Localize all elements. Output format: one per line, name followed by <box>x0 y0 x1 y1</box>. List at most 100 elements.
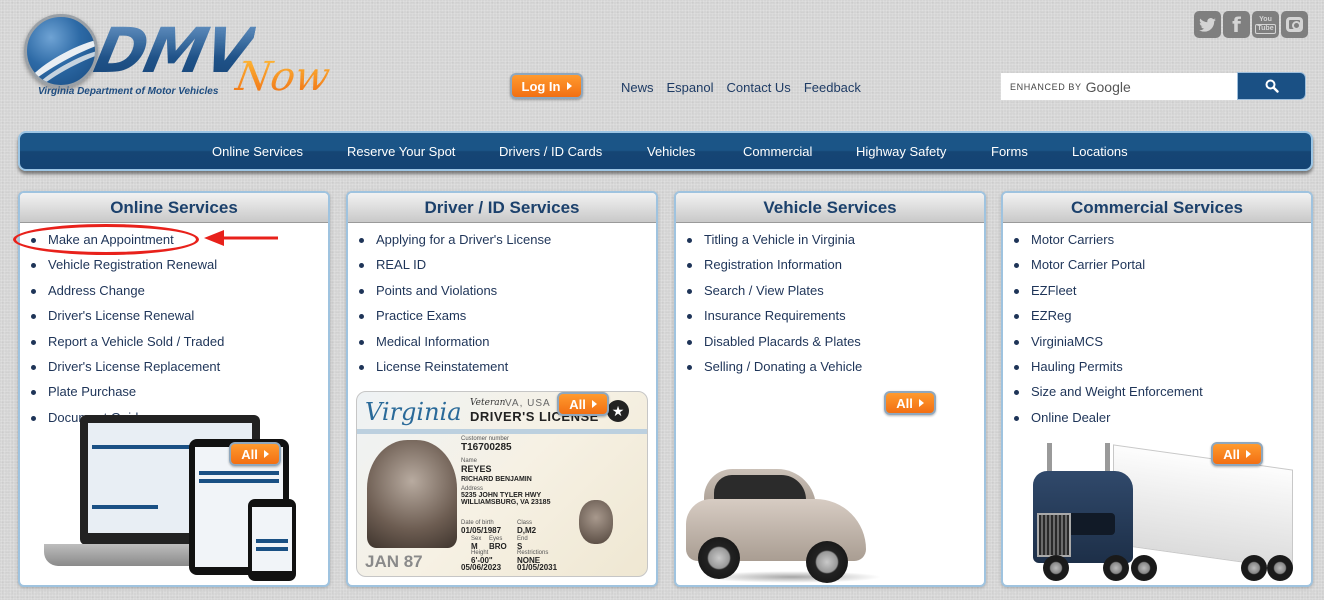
list-item[interactable]: Address Change <box>20 280 328 305</box>
license-ghost-photo <box>579 500 613 544</box>
vehicle-services-all-button[interactable]: All <box>884 391 936 415</box>
class: D,M2 <box>517 526 537 535</box>
list-item[interactable]: Vehicle Registration Renewal <box>20 254 328 279</box>
commercial-services-all-button[interactable]: All <box>1211 442 1263 466</box>
panel-online-services: Online Services Make an Appointment Vehi… <box>18 191 330 587</box>
twitter-icon[interactable] <box>1194 11 1221 38</box>
vehicle-services-list: Titling a Vehicle in Virginia Registrati… <box>676 223 984 381</box>
dmv-now-logo[interactable]: DMV Now Virginia Department of Motor Veh… <box>22 10 333 110</box>
search-provider: Google <box>1085 78 1131 95</box>
logo-tagline: Virginia Department of Motor Vehicles <box>38 86 219 97</box>
nav-online-services[interactable]: Online Services <box>212 144 303 159</box>
drivers-license-image: Virginia Veteran VA, USA DRIVER'S LICENS… <box>356 391 648 577</box>
address-line1: 5235 JOHN TYLER HWY <box>461 492 542 499</box>
panel-driver-id-services: Driver / ID Services Applying for a Driv… <box>346 191 658 587</box>
nav-locations[interactable]: Locations <box>1072 144 1128 159</box>
arrow-right-icon <box>1245 450 1251 458</box>
panel-vehicle-services: Vehicle Services Titling a Vehicle in Vi… <box>674 191 986 587</box>
panel-title: Vehicle Services <box>676 193 984 223</box>
nav-drivers-id-cards[interactable]: Drivers / ID Cards <box>499 144 602 159</box>
nav-forms[interactable]: Forms <box>991 144 1028 159</box>
panel-title: Commercial Services <box>1003 193 1311 223</box>
panel-title: Online Services <box>20 193 328 223</box>
all-label: All <box>896 395 913 411</box>
list-item[interactable]: EZFleet <box>1003 280 1311 305</box>
issue-date: 05/06/2023 <box>461 563 502 572</box>
search-input[interactable]: ENHANCED BY Google <box>1001 73 1237 100</box>
list-item[interactable]: Selling / Donating a Vehicle <box>676 356 984 381</box>
login-label: Log In <box>521 78 561 94</box>
nav-reserve-your-spot[interactable]: Reserve Your Spot <box>347 144 455 159</box>
license-state: Virginia <box>365 398 462 426</box>
instagram-icon[interactable] <box>1281 11 1308 38</box>
dob: 01/05/1987 <box>461 526 502 535</box>
star-icon: ★ <box>607 400 629 422</box>
online-services-all-button[interactable]: All <box>229 442 281 466</box>
first-name: RICHARD BENJAMIN <box>461 476 532 483</box>
youtube-icon[interactable]: You Tube <box>1252 11 1279 38</box>
list-item[interactable]: Applying for a Driver's License <box>348 229 656 254</box>
arrow-right-icon <box>263 450 269 458</box>
panel-commercial-services: Commercial Services Motor Carriers Motor… <box>1001 191 1313 587</box>
site-search: ENHANCED BY Google <box>1001 72 1306 100</box>
nav-commercial[interactable]: Commercial <box>743 144 812 159</box>
list-item[interactable]: Insurance Requirements <box>676 305 984 330</box>
list-item[interactable]: VirginiaMCS <box>1003 331 1311 356</box>
address-line2: WILLIAMSBURG, VA 23185 <box>461 499 551 506</box>
list-item[interactable]: Practice Exams <box>348 305 656 330</box>
list-item[interactable]: Search / View Plates <box>676 280 984 305</box>
list-item[interactable]: License Reinstatement <box>348 356 656 381</box>
expiration-date: 01/05/2031 <box>517 563 558 572</box>
login-button[interactable]: Log In <box>510 73 583 99</box>
license-photo <box>367 440 457 548</box>
top-link-espanol[interactable]: Espanol <box>667 80 714 95</box>
all-label: All <box>1223 446 1240 462</box>
main-navbar: Online Services Reserve Your Spot Driver… <box>18 131 1313 171</box>
list-item[interactable]: Make an Appointment <box>20 229 328 254</box>
list-item[interactable]: Driver's License Renewal <box>20 305 328 330</box>
customer-number: T16700285 <box>461 442 512 453</box>
list-item[interactable]: Registration Information <box>676 254 984 279</box>
facebook-icon[interactable]: f <box>1223 11 1250 38</box>
list-item[interactable]: Motor Carrier Portal <box>1003 254 1311 279</box>
license-dob-ghost: JAN 87 <box>365 552 423 571</box>
logo-dmv-text: DMV <box>88 14 260 87</box>
list-item[interactable]: Size and Weight Enforcement <box>1003 381 1311 406</box>
driver-id-all-button[interactable]: All <box>557 392 609 416</box>
search-button[interactable] <box>1237 72 1306 100</box>
online-services-list: Make an Appointment Vehicle Registration… <box>20 223 328 432</box>
facebook-glyph: f <box>1232 12 1241 37</box>
logo-now-text: Now <box>231 54 334 100</box>
top-link-contact-us[interactable]: Contact Us <box>727 80 791 95</box>
all-label: All <box>241 446 258 462</box>
license-veteran: Veteran <box>470 398 506 408</box>
list-item[interactable]: REAL ID <box>348 254 656 279</box>
list-item[interactable]: Medical Information <box>348 331 656 356</box>
nav-highway-safety[interactable]: Highway Safety <box>856 144 946 159</box>
list-item[interactable]: Titling a Vehicle in Virginia <box>676 229 984 254</box>
last-name: REYES <box>461 464 492 474</box>
top-link-feedback[interactable]: Feedback <box>804 80 861 95</box>
arrow-right-icon <box>591 400 597 408</box>
list-item[interactable]: Online Dealer <box>1003 407 1311 432</box>
panel-title: Driver / ID Services <box>348 193 656 223</box>
driver-id-services-list: Applying for a Driver's License REAL ID … <box>348 223 656 381</box>
list-item[interactable]: Disabled Placards & Plates <box>676 331 984 356</box>
list-item[interactable]: Report a Vehicle Sold / Traded <box>20 331 328 356</box>
list-item[interactable]: Driver's License Replacement <box>20 356 328 381</box>
nav-vehicles[interactable]: Vehicles <box>647 144 695 159</box>
dmv-globe-icon <box>24 14 98 88</box>
list-item[interactable]: Plate Purchase <box>20 381 328 406</box>
all-label: All <box>569 396 586 412</box>
car-image <box>682 459 882 585</box>
list-item[interactable]: Points and Violations <box>348 280 656 305</box>
top-link-news[interactable]: News <box>621 80 654 95</box>
arrow-right-icon <box>566 82 572 90</box>
search-icon <box>1265 79 1279 93</box>
top-links: News Espanol Contact Us Feedback <box>621 80 861 95</box>
license-country: VA, USA <box>505 398 551 409</box>
list-item[interactable]: Hauling Permits <box>1003 356 1311 381</box>
list-item[interactable]: EZReg <box>1003 305 1311 330</box>
commercial-services-list: Motor Carriers Motor Carrier Portal EZFl… <box>1003 223 1311 432</box>
list-item[interactable]: Motor Carriers <box>1003 229 1311 254</box>
